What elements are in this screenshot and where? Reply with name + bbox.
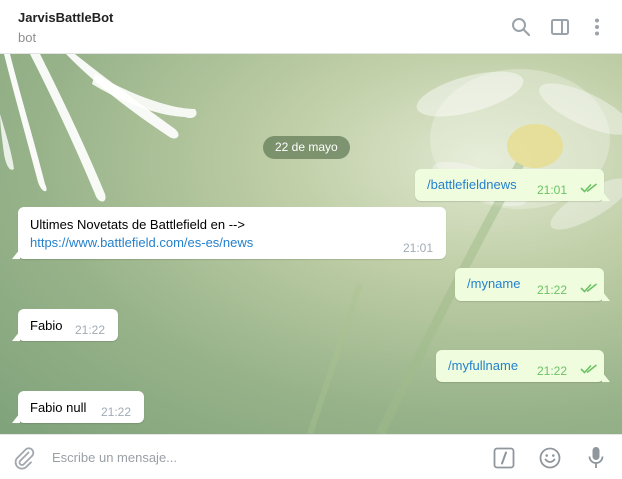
message-text: Ultimes Novetats de Battlefield en --> [30, 217, 245, 232]
message-outgoing[interactable]: /myname 21:22 [455, 268, 610, 301]
read-ticks-icon [580, 283, 597, 293]
read-ticks-icon [580, 364, 597, 374]
bot-command-text[interactable]: /myfullname [448, 357, 518, 375]
message-incoming[interactable]: Fabio 21:22 [12, 309, 118, 341]
chat-subtitle: bot [18, 30, 37, 45]
more-vert-icon[interactable] [585, 15, 609, 39]
message-link[interactable]: https://www.battlefield.com/es-es/news [30, 234, 253, 252]
bot-command-text[interactable]: /myname [467, 275, 520, 293]
read-ticks-icon [580, 183, 597, 193]
message-incoming[interactable]: Fabio null 21:22 [12, 391, 144, 423]
chat-title[interactable]: JarvisBattleBot [18, 10, 113, 25]
message-time: 21:22 [75, 323, 106, 337]
message-time: 21:22 [101, 405, 132, 419]
date-divider: 22 de mayo [263, 136, 350, 159]
bot-command-text[interactable]: /battlefieldnews [427, 176, 517, 194]
message-time: 21:01 [537, 183, 568, 197]
microphone-icon[interactable] [584, 445, 608, 471]
message-composer [0, 434, 622, 479]
emoji-icon[interactable] [538, 446, 562, 470]
message-incoming[interactable]: Ultimes Novetats de Battlefield en --> h… [12, 207, 446, 259]
message-text: Fabio [30, 318, 63, 333]
message-time: 21:01 [403, 241, 434, 255]
message-outgoing[interactable]: /myfullname 21:22 [436, 350, 610, 382]
message-outgoing[interactable]: /battlefieldnews 21:01 [415, 169, 610, 201]
sidebar-toggle-icon[interactable] [548, 15, 572, 39]
chat-header: JarvisBattleBot bot [0, 0, 622, 54]
message-input[interactable] [52, 446, 472, 468]
message-text: Fabio null [30, 400, 87, 415]
message-time: 21:22 [537, 364, 568, 378]
bot-command-icon[interactable] [492, 446, 516, 470]
attach-icon[interactable] [12, 446, 36, 470]
message-time: 21:22 [537, 283, 568, 297]
chat-area[interactable]: 22 de mayo /battlefieldnews 21:01 Ultime… [0, 54, 622, 434]
search-icon[interactable] [509, 15, 533, 39]
